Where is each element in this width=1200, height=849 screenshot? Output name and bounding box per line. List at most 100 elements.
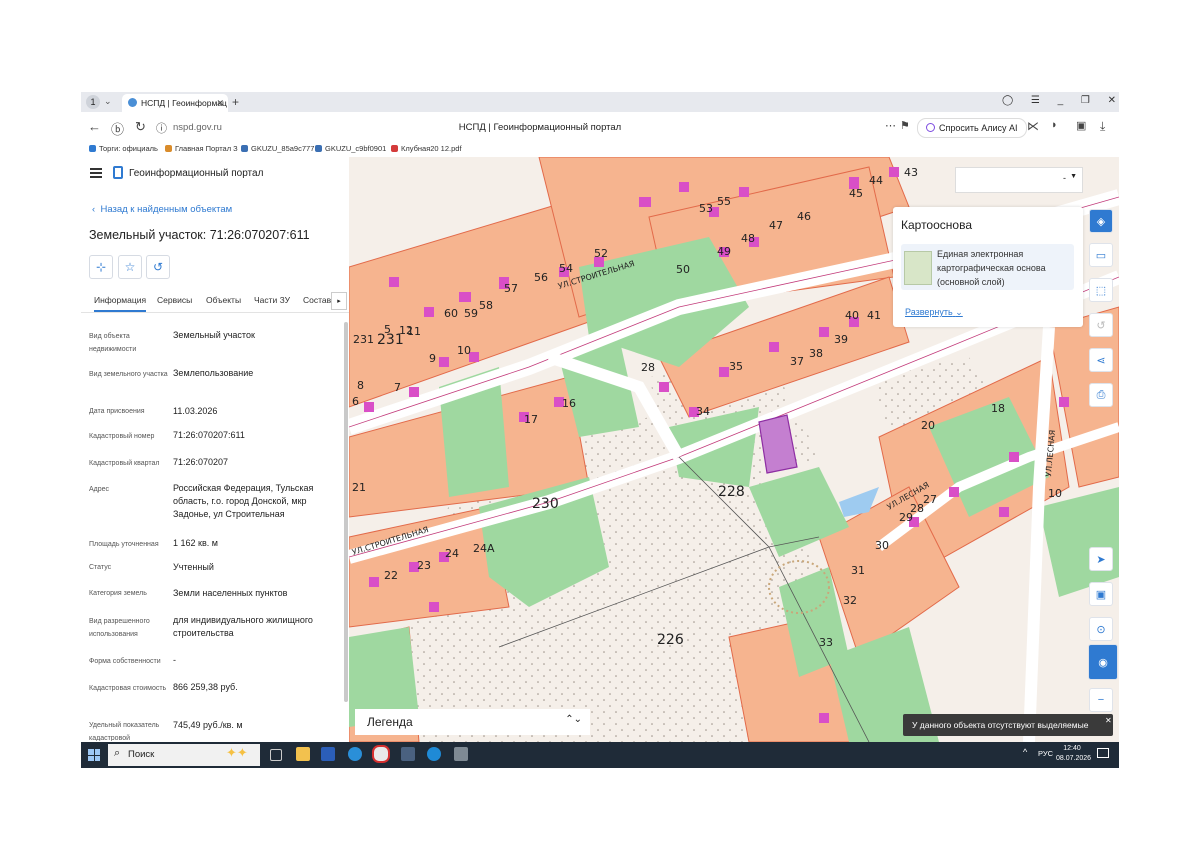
zoom-out-button[interactable]: − [1089,688,1113,712]
parcel-number: 54 [559,262,573,275]
clock[interactable]: 12:40 08.07.2026 [1056,744,1092,764]
restore-icon[interactable]: ❐ [1081,95,1090,109]
notification-toast: У данного объекта отсутствуют выделяемые… [903,714,1113,752]
back-icon[interactable]: ← [88,119,101,134]
app-icon[interactable] [454,747,468,761]
print-button[interactable]: ⎙ [1089,383,1113,407]
edge-icon[interactable] [427,747,441,761]
bookmark-item[interactable]: GKUZU_c9bf0901 [315,144,386,153]
pdf-icon [391,145,398,152]
parcel-number: 231 [353,333,374,346]
yandex-shield-icon[interactable]: ⓑ [111,119,124,138]
parcel-number: 28 [641,361,655,374]
internet-explorer-icon[interactable] [348,747,362,761]
bookmark-item[interactable]: GKUZU_85a9c777 [241,144,314,153]
parcel-number: 44 [869,174,883,187]
portal-name: Геоинформационный портал [129,168,264,179]
tab-close-icon[interactable]: ✕ [216,94,224,112]
basemap-title: Картооснова [901,218,972,232]
history-tool-button[interactable]: ↺ [1089,313,1113,337]
collections-icon[interactable]: ▣ [1076,119,1086,132]
toast-close-icon[interactable]: ✕ [1105,716,1112,725]
ask-alice-button[interactable]: Спросить Алису AI [917,118,1027,138]
panel-scrollbar[interactable] [344,322,348,702]
file-explorer-icon[interactable] [296,747,310,761]
browser-tab[interactable]: НСПД | Геоинформац ✕ [122,94,228,112]
bookmark-icon[interactable]: ⚑ [900,119,910,132]
reload-icon[interactable]: ↻ [135,119,146,135]
field-value: 866 259,38 руб. [173,682,238,692]
tray-expand-icon[interactable]: ^ [1023,747,1027,757]
hamburger-menu-icon[interactable] [90,168,102,178]
minimap-button[interactable]: ▣ [1089,582,1113,606]
field-value: Российская Федерация, Тульская область, … [173,483,314,519]
portal-logo-icon [113,166,123,179]
bookmark-item[interactable]: Главная Портал З [165,144,238,153]
parcel-number: 18 [991,402,1005,415]
chevron-down-icon: ▼ [1070,173,1077,180]
copilot-sparkle-icon[interactable]: ✦✦ [226,745,248,761]
bookmark-item[interactable]: Клубная20 12.pdf [391,144,462,153]
tab-services[interactable]: Сервисы [157,295,192,305]
tab-parts[interactable]: Части ЗУ [254,295,290,305]
parcel-number: 59 [464,307,478,320]
field-label: Кадастровый квартал [89,460,160,467]
bookmark-item[interactable]: Торги: официаль [89,144,158,153]
favorite-button[interactable]: ☆ [118,255,142,279]
location-pin-icon: ⊙ [1096,623,1106,636]
history-button[interactable]: ↺ [146,255,170,279]
site-info-icon[interactable]: ⓘ [156,120,167,136]
field-value: Землепользование [173,368,254,378]
share-button[interactable]: ⋖ [1089,348,1113,372]
calculator-icon[interactable] [401,747,415,761]
layer-select[interactable]: - ▼ [955,167,1083,193]
tab-information[interactable]: Информация [94,295,147,312]
download-icon[interactable]: ⤓ [1100,119,1105,134]
assistant-button[interactable]: ◉ [1088,644,1118,680]
windows-start-icon[interactable] [88,749,100,761]
profile-icon[interactable]: ◯ [1002,95,1013,109]
new-tab-icon[interactable]: + [232,95,239,109]
language-indicator[interactable]: РУС [1038,749,1053,758]
location-button[interactable]: ⊙ [1089,617,1113,641]
clock-time: 12:40 [1063,745,1081,752]
extension-icon[interactable]: ⋉ [1027,119,1039,133]
expand-link[interactable]: Развернуть ⌄ [905,307,963,318]
field-value: 745,49 руб./кв. м [173,720,243,730]
back-to-results-link[interactable]: ‹ Назад к найденным объектам [92,204,232,215]
tab-counter[interactable]: 1 [86,95,100,109]
field-value: 71:26:070207:611 [173,430,245,440]
menu-icon[interactable]: ☰ [1031,95,1040,109]
field-label: Вид объекта недвижимости [89,333,137,353]
assistant-icon: ◉ [1098,656,1108,669]
protect-icon[interactable]: ◗ [1051,119,1058,131]
field-value: Учтенный [173,562,214,572]
print-icon: ⎙ [1096,388,1106,401]
select-on-map-button[interactable]: ⊹ [89,255,113,279]
yandex-browser-icon[interactable] [372,745,390,763]
basemap-option-label[interactable]: Единая электронная картографическая осно… [937,247,1067,289]
parcel-number: 32 [843,594,857,607]
tab-composition[interactable]: Состав [303,295,331,305]
select-area-button[interactable]: ⬚ [1089,278,1113,302]
parcel-title: Земельный участок: 71:26:070207:611 [89,228,310,242]
tabs-scroll-right-icon[interactable]: ▸ [331,292,347,310]
ruler-tool-button[interactable]: ▭ [1089,243,1113,267]
more-icon[interactable]: ⋯ [885,119,896,132]
clock-date: 08.07.2026 [1056,755,1092,762]
notifications-icon[interactable] [1097,748,1109,758]
tab-objects[interactable]: Объекты [206,295,241,305]
layers-tool-button[interactable]: ◈ [1089,209,1113,233]
history-icon: ↺ [152,260,164,274]
basemap-thumbnail[interactable] [904,251,932,285]
parcel-number: 10 [457,344,471,357]
word-icon[interactable] [321,747,335,761]
close-window-icon[interactable]: ✕ [1108,95,1116,109]
url-field[interactable]: nspd.gov.ru [173,122,222,133]
minimize-icon[interactable]: _ [1058,95,1064,109]
geolocate-button[interactable]: ➤ [1089,547,1113,571]
task-view-icon[interactable] [270,749,282,761]
tab-list-chevron-icon[interactable]: ⌄ [104,96,112,107]
parcel-number: 24А [473,542,495,555]
legend-bar[interactable]: Легенда ⌃⌄ [355,709,590,735]
